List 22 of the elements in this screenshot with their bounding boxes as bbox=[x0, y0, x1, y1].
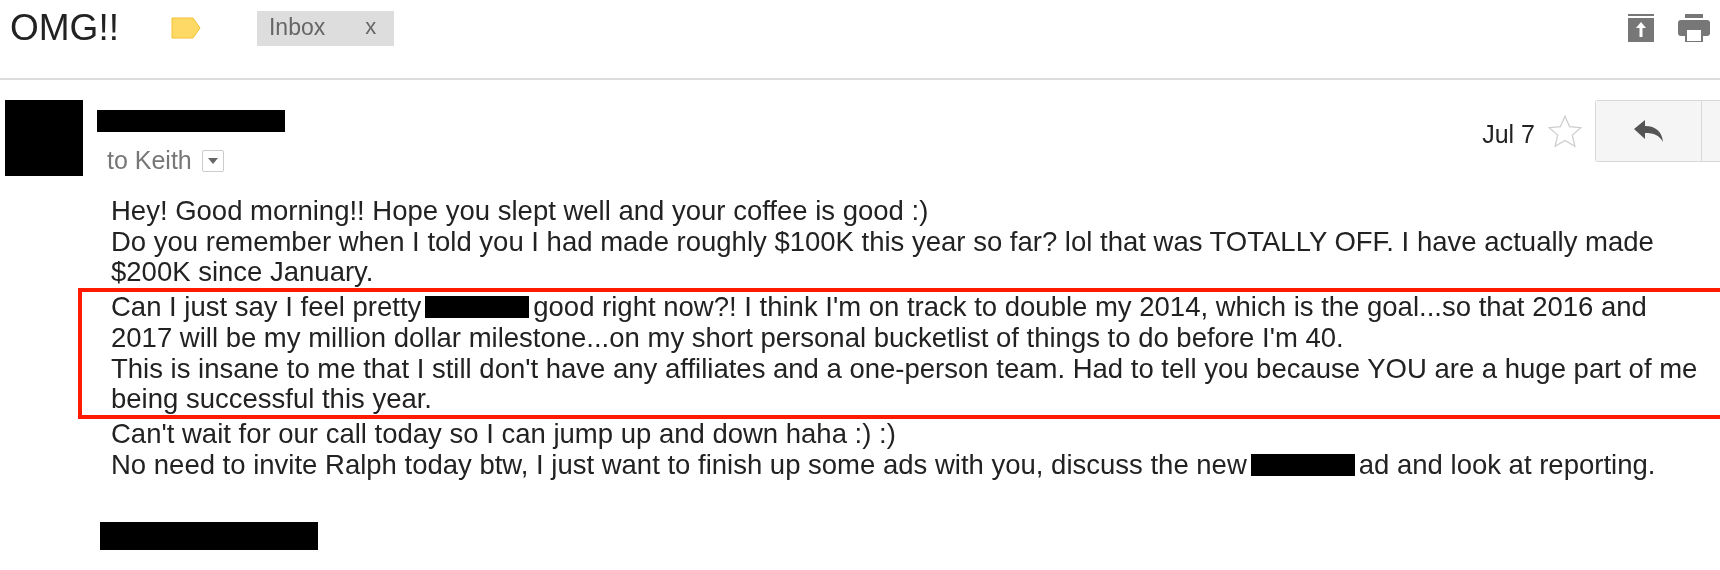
body-text: No need to invite Ralph today btw, I just want to finish up some ads with you, discuss the new bbox=[111, 449, 1247, 481]
body-paragraph: Hey! Good morning!! Hope you slept well and your coffee is good :) bbox=[111, 196, 930, 227]
message-date: Jul 7 bbox=[1482, 120, 1535, 149]
body-text: good right now?! I think I'm on track to double my 2014, which is the goal...so that 2016 and bbox=[533, 292, 1647, 323]
reply-button[interactable] bbox=[1596, 101, 1702, 161]
star-icon[interactable] bbox=[1547, 114, 1583, 150]
body-text: ad and look at reporting. bbox=[1358, 449, 1656, 481]
move-to-inbox-icon[interactable] bbox=[1628, 14, 1654, 42]
reply-icon bbox=[1633, 120, 1664, 142]
details-dropdown[interactable] bbox=[201, 149, 224, 172]
label-tag-icon bbox=[170, 17, 201, 39]
body-text: 2017 will be my million dollar milestone...on my short personal bucketlist of things to do before I'm 40. bbox=[111, 322, 1344, 354]
caret-icon bbox=[207, 157, 218, 164]
print-icon[interactable] bbox=[1678, 14, 1710, 42]
recipient-text: to Keith bbox=[107, 146, 192, 175]
body-paragraph: Do you remember when I told you I had made roughly $100K this year so far? lol that was TOTALLY OFF. I have actually made $200K since January. bbox=[111, 226, 1655, 289]
email-subject: OMG!! bbox=[10, 7, 119, 49]
remove-label-button[interactable]: x bbox=[365, 14, 377, 40]
inbox-label[interactable]: Inbox x bbox=[256, 10, 395, 46]
body-paragraph: This is insane to me that I still don't have any affiliates and a one-person team. Had to tell you because YOU are a huge part of me being successful this year. bbox=[111, 353, 1699, 415]
body-text: Can I just say I feel pretty bbox=[111, 292, 422, 323]
body-paragraph: Can't wait for our call today so I can jump up and down haha :) :) bbox=[111, 418, 897, 450]
